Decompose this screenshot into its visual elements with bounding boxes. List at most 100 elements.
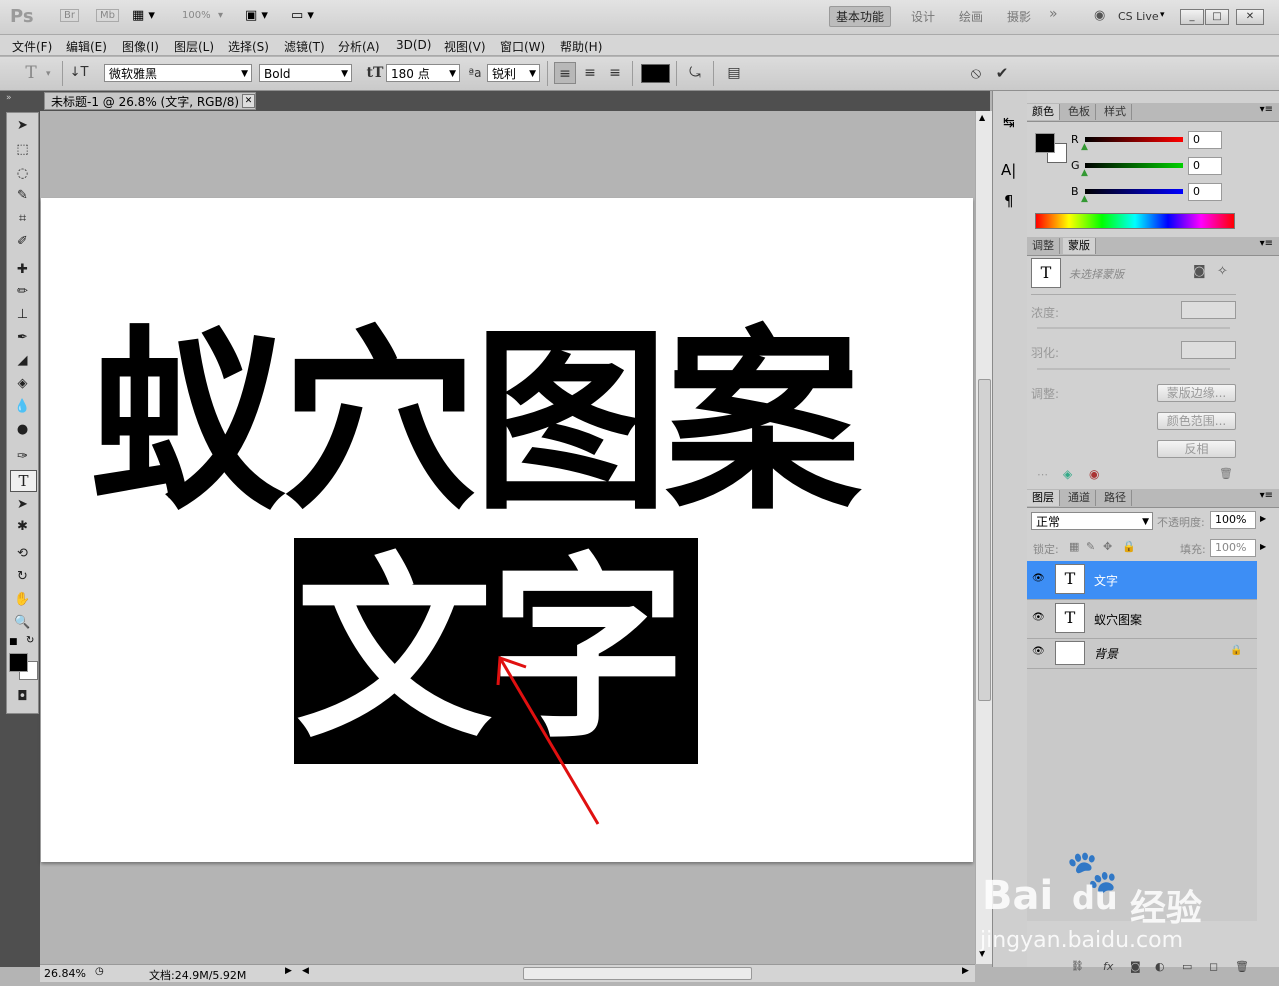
add-mask-icon[interactable]: ◙ [1130,960,1141,973]
horizontal-scroll-thumb[interactable] [523,967,752,980]
tab-paths[interactable]: 路径 [1099,490,1132,506]
move-tool-icon[interactable]: ➤ [7,115,38,137]
eyedropper-tool-icon[interactable]: ✐ [7,231,38,253]
layer-style-icon[interactable]: fx [1103,960,1113,973]
blend-mode-select[interactable]: 正常 ▼ [1031,512,1153,530]
status-menu-icon[interactable]: ▶ [285,966,292,976]
menu-analysis[interactable]: 分析(A) [338,38,380,55]
tool-preset-dropdown-icon[interactable]: ▾ [46,69,51,79]
adjustment-layer-icon[interactable]: ◐ [1155,960,1165,973]
link-layers-icon[interactable]: ⛓ [1071,961,1084,972]
panel-menu-icon[interactable]: ▾≡ [1260,238,1273,249]
new-group-icon[interactable]: ▭ [1182,960,1192,973]
close-document-icon[interactable]: ✕ [242,94,255,108]
channel-g-input[interactable]: 0 [1188,157,1222,175]
scroll-right-icon[interactable]: ▶ [962,966,969,976]
load-selection-icon[interactable]: ⋯ [1037,468,1048,481]
apply-mask-icon[interactable]: ◈ [1063,467,1072,481]
more-workspaces-icon[interactable]: » [1049,6,1058,22]
channel-g-slider[interactable] [1085,163,1183,168]
history-panel-icon[interactable]: ↹ [1003,115,1015,131]
panel-menu-icon[interactable]: ▾≡ [1260,490,1273,501]
tab-color[interactable]: 颜色 [1027,104,1060,120]
fill-input[interactable]: 100% [1210,539,1256,557]
healing-brush-tool-icon[interactable]: ✚ [7,259,38,281]
history-brush-tool-icon[interactable]: ✒ [7,327,38,349]
quick-mask-icon[interactable]: ◘ [7,686,38,708]
lasso-tool-icon[interactable]: ◌ [7,163,38,185]
3d-rotate-tool-icon[interactable]: ⟲ [7,543,38,565]
workspace-design[interactable]: 设计 [911,8,935,25]
invert-button[interactable]: 反相 [1157,440,1236,458]
layer-name[interactable]: 蚁穴图案 [1094,611,1142,628]
clone-stamp-tool-icon[interactable]: ⊥ [7,304,38,326]
font-size-select[interactable]: 180 点 ▼ [386,64,460,82]
lock-transparent-icon[interactable]: ▦ [1069,540,1079,553]
font-family-select[interactable]: 微软雅黑 ▼ [104,64,252,82]
default-colors-icon[interactable]: ■ [9,637,18,647]
cs-live-dropdown-icon[interactable]: ▾ [1160,10,1165,20]
delete-layer-icon[interactable]: 🗑 [1235,960,1249,973]
tab-layers[interactable]: 图层 [1027,490,1060,506]
visibility-eye-icon[interactable]: 👁 [1032,612,1045,623]
visibility-eye-icon[interactable]: 👁 [1032,646,1045,657]
color-range-button[interactable]: 颜色范围... [1157,412,1236,430]
tab-adjustments[interactable]: 调整 [1027,238,1060,254]
vertical-scrollbar[interactable]: ▲ ▼ [975,111,992,964]
commit-edits-icon[interactable]: ✔ [991,62,1013,84]
delete-mask-icon[interactable]: 🗑 [1219,467,1233,480]
warp-text-icon[interactable]: ⤿ [684,62,706,84]
channel-b-input[interactable]: 0 [1188,183,1222,201]
blur-tool-icon[interactable]: 💧 [7,396,38,418]
channel-r-slider[interactable] [1085,137,1183,142]
density-slider[interactable] [1037,327,1230,329]
channel-b-slider[interactable] [1085,189,1183,194]
layer-name[interactable]: 文字 [1094,572,1118,589]
pen-tool-icon[interactable]: ✑ [7,446,38,468]
status-info-icon[interactable]: ◷ [95,966,104,977]
layer-row-ant-pattern[interactable]: 👁 T 蚁穴图案 [1027,600,1257,639]
zoom-level-field[interactable]: 26.84% [44,967,86,980]
menu-edit[interactable]: 编辑(E) [66,38,107,55]
close-window-button[interactable]: ✕ [1236,9,1264,25]
lock-image-icon[interactable]: ✎ [1086,540,1095,553]
collapse-toolbar-icon[interactable]: » [6,93,12,103]
text-orientation-icon[interactable]: ↓T [68,62,90,84]
cs-live-button[interactable]: CS Live [1118,10,1159,23]
tab-masks[interactable]: 蒙版 [1063,238,1096,254]
eraser-tool-icon[interactable]: ◢ [7,350,38,372]
restore-button[interactable]: □ [1205,9,1229,25]
crop-tool-icon[interactable]: ⌗ [7,208,38,230]
bridge-button[interactable]: Br [60,9,79,22]
cancel-edits-icon[interactable]: ⦸ [965,62,987,84]
layer-row-background[interactable]: 👁 背景 🔒 [1027,638,1257,669]
channel-r-input[interactable]: 0 [1188,131,1222,149]
new-layer-icon[interactable]: ◻ [1209,960,1218,973]
workspace-photography[interactable]: 摄影 [1007,8,1031,25]
view-extras-icon[interactable]: ▦ ▾ [132,8,155,23]
menu-filter[interactable]: 滤镜(T) [284,38,325,55]
marquee-tool-icon[interactable]: ⬚ [7,139,38,161]
visibility-eye-icon[interactable]: 👁 [1032,573,1045,584]
screen-mode-icon[interactable]: ▭ ▾ [291,8,314,23]
mask-edge-button[interactable]: 蒙版边缘... [1157,384,1236,402]
slider-handle-icon[interactable]: ▲ [1081,168,1088,178]
menu-view[interactable]: 视图(V) [444,38,486,55]
align-left-icon[interactable]: ≡ [554,62,576,84]
minimize-button[interactable]: _ [1180,9,1204,25]
fill-slider-icon[interactable]: ▶ [1260,542,1266,551]
minibridge-button[interactable]: Mb [96,9,119,22]
slider-handle-icon[interactable]: ▲ [1081,142,1088,152]
layer-name[interactable]: 背景 [1094,645,1118,662]
lock-all-icon[interactable]: 🔒 [1122,540,1136,553]
3d-orbit-tool-icon[interactable]: ↻ [7,566,38,588]
hand-tool-icon[interactable]: ✋ [7,589,38,611]
quick-selection-tool-icon[interactable]: ✎ [7,185,38,207]
layer-row-text[interactable]: 👁 T 文字 [1027,561,1257,600]
align-right-icon[interactable]: ≡ [604,62,626,84]
document-tab[interactable]: 未标题-1 @ 26.8% (文字, RGB/8) * ✕ [44,92,256,110]
color-spectrum-ramp[interactable] [1035,213,1235,229]
tab-swatches[interactable]: 色板 [1063,104,1096,120]
vertical-scroll-thumb[interactable] [978,379,991,701]
paint-bucket-tool-icon[interactable]: ◈ [7,373,38,395]
